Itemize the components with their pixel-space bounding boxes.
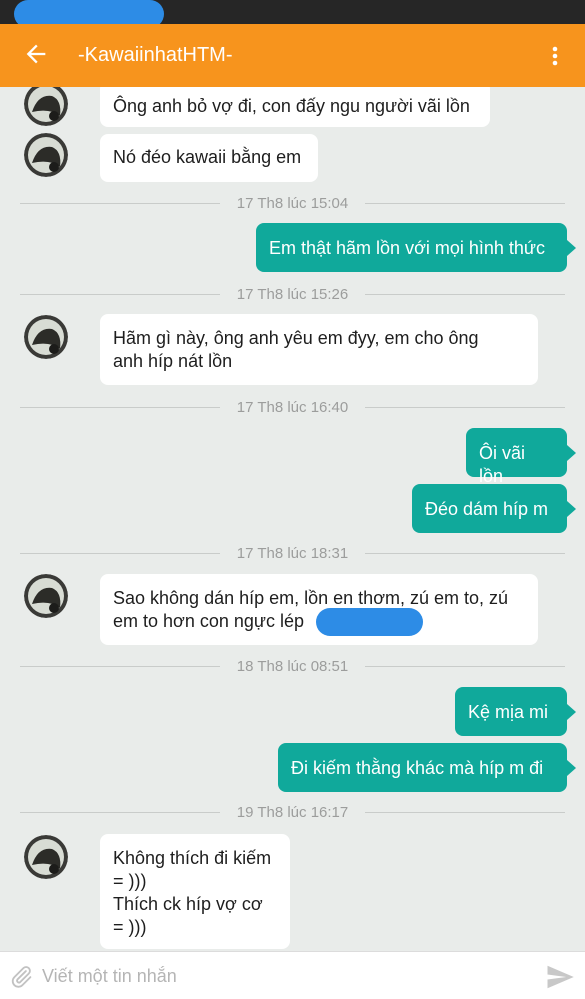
message-bubble-received[interactable]: Không thích đi kiếm = ))) Thích ck híp v… [100,834,290,949]
avatar[interactable] [24,835,68,879]
date-divider: 17 Th8 lúc 16:40 [20,397,565,417]
redaction-mark [316,608,423,636]
more-options-icon[interactable] [545,42,565,70]
message-text: Ông anh bỏ vợ đi, con đấy ngu người vãi … [113,96,470,116]
date-divider-label: 17 Th8 lúc 18:31 [236,545,349,562]
bubble-tail [567,240,576,256]
date-divider: 18 Th8 lúc 08:51 [20,656,565,676]
bubble-tail [567,760,576,776]
date-divider-label: 17 Th8 lúc 15:04 [236,195,349,212]
back-arrow-icon[interactable] [22,40,50,68]
paperclip-icon[interactable] [8,964,34,990]
avatar[interactable] [24,133,68,177]
date-divider: 17 Th8 lúc 15:26 [20,284,565,304]
date-divider-label: 17 Th8 lúc 16:40 [236,399,349,416]
message-text-line: = ))) [113,871,147,891]
message-bubble-received[interactable]: Nó đéo kawaii bằng em [100,134,318,182]
send-icon[interactable] [545,962,575,992]
date-divider: 17 Th8 lúc 15:04 [20,193,565,213]
message-list[interactable]: Ông anh bỏ vợ đi, con đấy ngu người vãi … [0,87,585,951]
avatar[interactable] [24,574,68,618]
message-text: Đi kiếm thằng khác mà híp m đi [291,758,544,778]
message-text: Nó đéo kawaii bằng em [113,147,302,167]
message-text: Ôi vãi lồn [479,443,526,486]
message-text: Đéo dám híp m [425,499,549,519]
message-bubble-received[interactable]: Sao không dán híp em, lồn en thơm, zú em… [100,574,538,645]
date-divider-label: 17 Th8 lúc 15:26 [236,286,349,303]
date-divider-label: 18 Th8 lúc 08:51 [236,658,349,675]
date-divider: 17 Th8 lúc 18:31 [20,543,565,563]
date-divider: 19 Th8 lúc 16:17 [20,802,565,822]
message-text-line: = ))) [113,917,147,937]
bubble-tail [567,704,576,720]
message-input[interactable] [42,958,522,994]
message-bubble-sent[interactable]: Kệ mịa mi [455,687,567,736]
bubble-tail [567,445,576,461]
message-text: Kệ mịa mi [468,702,549,722]
status-bar [0,0,585,28]
message-bubble-sent[interactable]: Đi kiếm thằng khác mà híp m đi [278,743,567,792]
message-bubble-sent[interactable]: Ôi vãi lồn [466,428,567,486]
app-bar: -KawaiinhatHTM- [0,24,585,87]
message-text-line: Hãm gì này, ông anh yêu em đyy, em cho ô… [113,328,479,348]
message-text: Em thật hãm lồn với mọi hình thức [269,238,545,258]
message-text-line: Sao không dán híp em, lồn en thơm, zú em… [113,588,509,608]
message-text-line: Không thích đi kiếm [113,848,272,868]
avatar[interactable] [24,315,68,359]
message-bubble-received[interactable]: Hãm gì này, ông anh yêu em đyy, em cho ô… [100,314,538,385]
message-composer [0,951,585,999]
message-bubble-sent[interactable]: Đéo dám híp m [412,484,567,533]
message-bubble-sent[interactable]: Em thật hãm lồn với mọi hình thức [256,223,567,272]
bubble-tail [567,501,576,517]
message-text-line: anh híp nát lồn [113,351,233,371]
date-divider-label: 19 Th8 lúc 16:17 [236,804,349,821]
message-bubble-received[interactable]: Ông anh bỏ vợ đi, con đấy ngu người vãi … [100,87,490,127]
message-text-line: Thích ck híp vợ cơ [113,894,263,914]
conversation-title: -KawaiinhatHTM- [78,44,233,66]
avatar[interactable] [24,87,68,126]
